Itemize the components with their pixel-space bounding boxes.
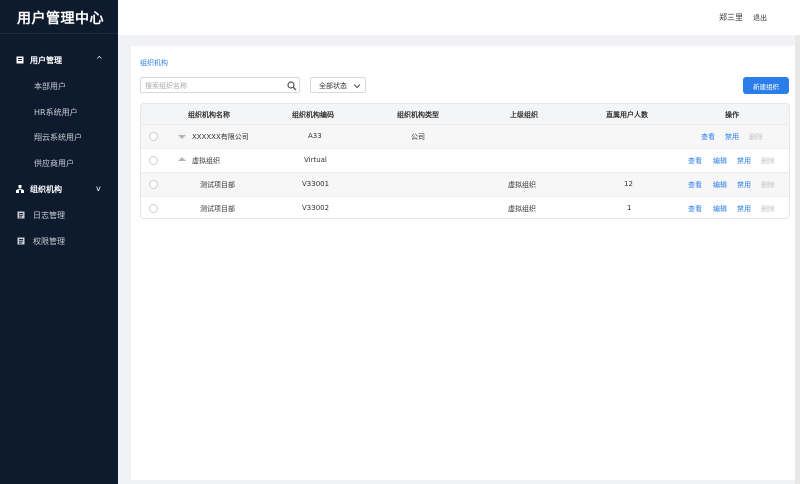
cell-code: V33002 (302, 204, 330, 212)
column-header-parent: 上级组织 (510, 111, 538, 119)
org-tree-icon (16, 185, 24, 193)
new-organization-button-label: 新建组织 (753, 83, 779, 91)
sidebar-item-label: 翔云系统用户 (34, 133, 82, 142)
app-title: 用户管理中心 (17, 11, 104, 27)
cell-parent: 虚拟组织 (508, 205, 536, 213)
table-header: 组织机构名称 组织机构编码 组织机构类型 上级组织 直属用户人数 操作 (141, 104, 789, 124)
current-user-name[interactable]: 郑三里 (719, 12, 743, 23)
sidebar-item-hr-users[interactable]: HR系统用户 (0, 101, 118, 123)
tree-collapse-icon[interactable] (178, 135, 186, 139)
top-header: 郑三里 退出 (118, 0, 800, 35)
cell-code: V33001 (302, 180, 330, 188)
tree-expand-icon[interactable] (178, 157, 186, 161)
table-row[interactable]: 虚拟组织 Virtual 查看 编辑 禁用 删除 (141, 148, 789, 172)
table-row[interactable]: XXXXXX有限公司 A33 公司 查看 禁用 删除 (141, 124, 789, 148)
cell-type: 公司 (411, 133, 425, 141)
chevron-down-icon: v (96, 184, 101, 193)
delete-link: 删除 (749, 133, 763, 141)
breadcrumb: 组织机构 (140, 59, 168, 67)
table-row[interactable]: 测试项目部 V33002 虚拟组织 1 查看 编辑 禁用 删除 (141, 196, 789, 218)
delete-link: 删除 (761, 205, 775, 213)
view-link[interactable]: 查看 (688, 156, 702, 166)
sidebar: 用户管理中心 用户管理 ^ 本部用户 HR系统用户 翔云系统用户 供应商用户 组… (0, 0, 118, 484)
sidebar-group-user-management[interactable]: 用户管理 ^ (0, 48, 118, 72)
search-box (140, 77, 300, 93)
sidebar-item-logs[interactable]: 日志管理 (0, 204, 118, 226)
sidebar-item-label: 供应商用户 (34, 159, 74, 168)
view-link[interactable]: 查看 (688, 204, 702, 214)
cell-code: Virtual (304, 156, 327, 164)
cell-user-count: 12 (624, 180, 633, 188)
disable-link[interactable]: 禁用 (737, 156, 751, 166)
cell-name: XXXXXX有限公司 (192, 133, 249, 141)
user-card-icon (16, 56, 24, 64)
content-panel: 组织机构 全部状态 新建组织 组织机构名称 组织机构编码 组织机构类型 上级组织… (131, 46, 799, 480)
table-row[interactable]: 测试项目部 V33001 虚拟组织 12 查看 编辑 禁用 删除 (141, 172, 789, 196)
status-select-value: 全部状态 (319, 82, 347, 90)
edit-link[interactable]: 编辑 (713, 180, 727, 190)
page-scrollbar[interactable] (795, 35, 800, 484)
sidebar-group-label: 组织机构 (30, 185, 62, 194)
edit-link[interactable]: 编辑 (713, 156, 727, 166)
view-link[interactable]: 查看 (701, 132, 715, 142)
logout-link[interactable]: 退出 (753, 13, 767, 23)
search-icon[interactable] (287, 81, 297, 91)
cell-name: 测试项目部 (200, 181, 235, 189)
delete-link: 删除 (761, 157, 775, 165)
cell-name: 虚拟组织 (192, 157, 220, 165)
organization-table: 组织机构名称 组织机构编码 组织机构类型 上级组织 直属用户人数 操作 XXXX… (140, 103, 790, 219)
delete-link: 删除 (761, 181, 775, 189)
column-header-actions: 操作 (725, 111, 739, 119)
sidebar-item-label: 权限管理 (33, 237, 65, 246)
row-select-radio[interactable] (149, 156, 158, 165)
column-header-name: 组织机构名称 (188, 111, 230, 119)
app-brand: 用户管理中心 (0, 0, 118, 34)
row-select-radio[interactable] (149, 180, 158, 189)
cell-parent: 虚拟组织 (508, 181, 536, 189)
view-link[interactable]: 查看 (688, 180, 702, 190)
sidebar-item-supplier-users[interactable]: 供应商用户 (0, 152, 118, 174)
sidebar-group-label: 用户管理 (30, 56, 62, 65)
sidebar-item-permissions[interactable]: 权限管理 (0, 230, 118, 252)
sidebar-item-internal-users[interactable]: 本部用户 (0, 75, 118, 97)
disable-link[interactable]: 禁用 (737, 204, 751, 214)
sidebar-item-xiangyun-users[interactable]: 翔云系统用户 (0, 126, 118, 148)
sidebar-item-label: HR系统用户 (34, 108, 78, 117)
search-input[interactable] (145, 80, 281, 91)
chevron-down-icon (353, 84, 361, 89)
column-header-type: 组织机构类型 (397, 111, 439, 119)
column-header-user-count: 直属用户人数 (606, 111, 648, 119)
sidebar-item-label: 本部用户 (34, 82, 66, 91)
edit-link[interactable]: 编辑 (713, 204, 727, 214)
disable-link[interactable]: 禁用 (737, 180, 751, 190)
column-header-code: 组织机构编码 (292, 111, 334, 119)
permission-icon (17, 237, 25, 245)
disable-link[interactable]: 禁用 (725, 132, 739, 142)
row-select-radio[interactable] (149, 204, 158, 213)
sidebar-group-organization[interactable]: 组织机构 v (0, 177, 118, 201)
status-select[interactable]: 全部状态 (310, 77, 366, 93)
cell-code: A33 (308, 132, 322, 140)
sidebar-item-label: 日志管理 (33, 211, 65, 220)
cell-name: 测试项目部 (200, 205, 235, 213)
log-icon (17, 211, 25, 219)
chevron-up-icon: ^ (96, 55, 103, 64)
row-select-radio[interactable] (149, 132, 158, 141)
new-organization-button[interactable]: 新建组织 (743, 77, 789, 94)
cell-user-count: 1 (627, 204, 632, 212)
